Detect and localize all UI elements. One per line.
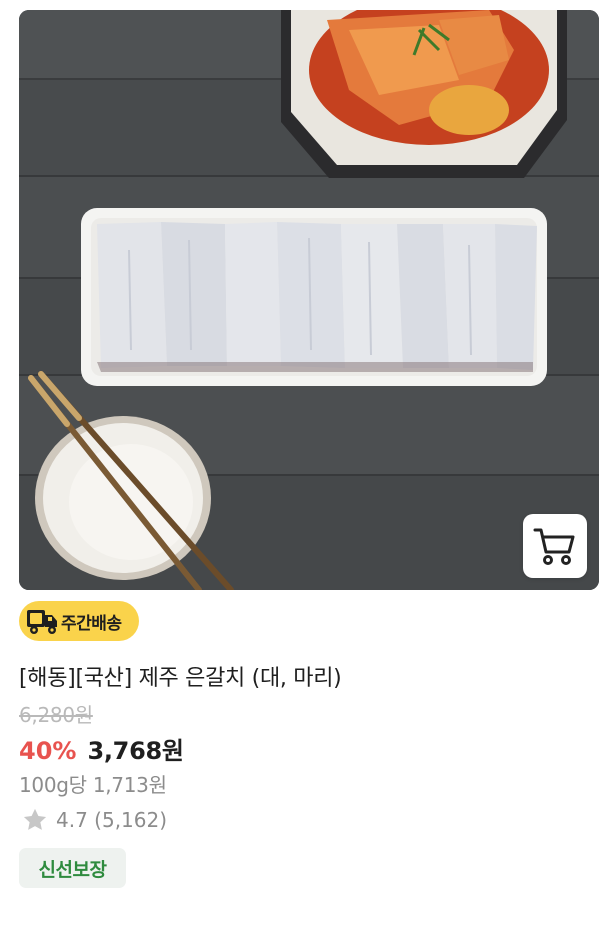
product-photo	[19, 10, 599, 590]
unit-price: 100g당 1,713원	[19, 773, 167, 797]
cart-icon	[533, 528, 575, 565]
original-price: 6,280원	[19, 703, 93, 727]
fresh-guarantee-badge: 신선보장	[19, 848, 126, 888]
product-card[interactable]: 주간배송 [해동][국산] 제주 은갈치 (대, 마리) 6,280원 40% …	[0, 0, 616, 940]
sale-price: 3,768원	[87, 737, 184, 765]
price-row: 40% 3,768원	[19, 731, 184, 766]
weekly-delivery-badge: 주간배송	[19, 601, 139, 641]
delivery-truck-icon	[27, 610, 57, 634]
rating-row: 4.7 (5,162)	[21, 806, 167, 834]
add-to-cart-button[interactable]	[523, 514, 587, 578]
product-image[interactable]	[19, 10, 599, 590]
weekly-delivery-label: 주간배송	[61, 613, 122, 634]
discount-rate: 40%	[19, 737, 77, 765]
rating-text: 4.7 (5,162)	[56, 808, 168, 832]
star-icon	[23, 808, 47, 830]
product-title[interactable]: [해동][국산] 제주 은갈치 (대, 마리)	[19, 660, 342, 692]
